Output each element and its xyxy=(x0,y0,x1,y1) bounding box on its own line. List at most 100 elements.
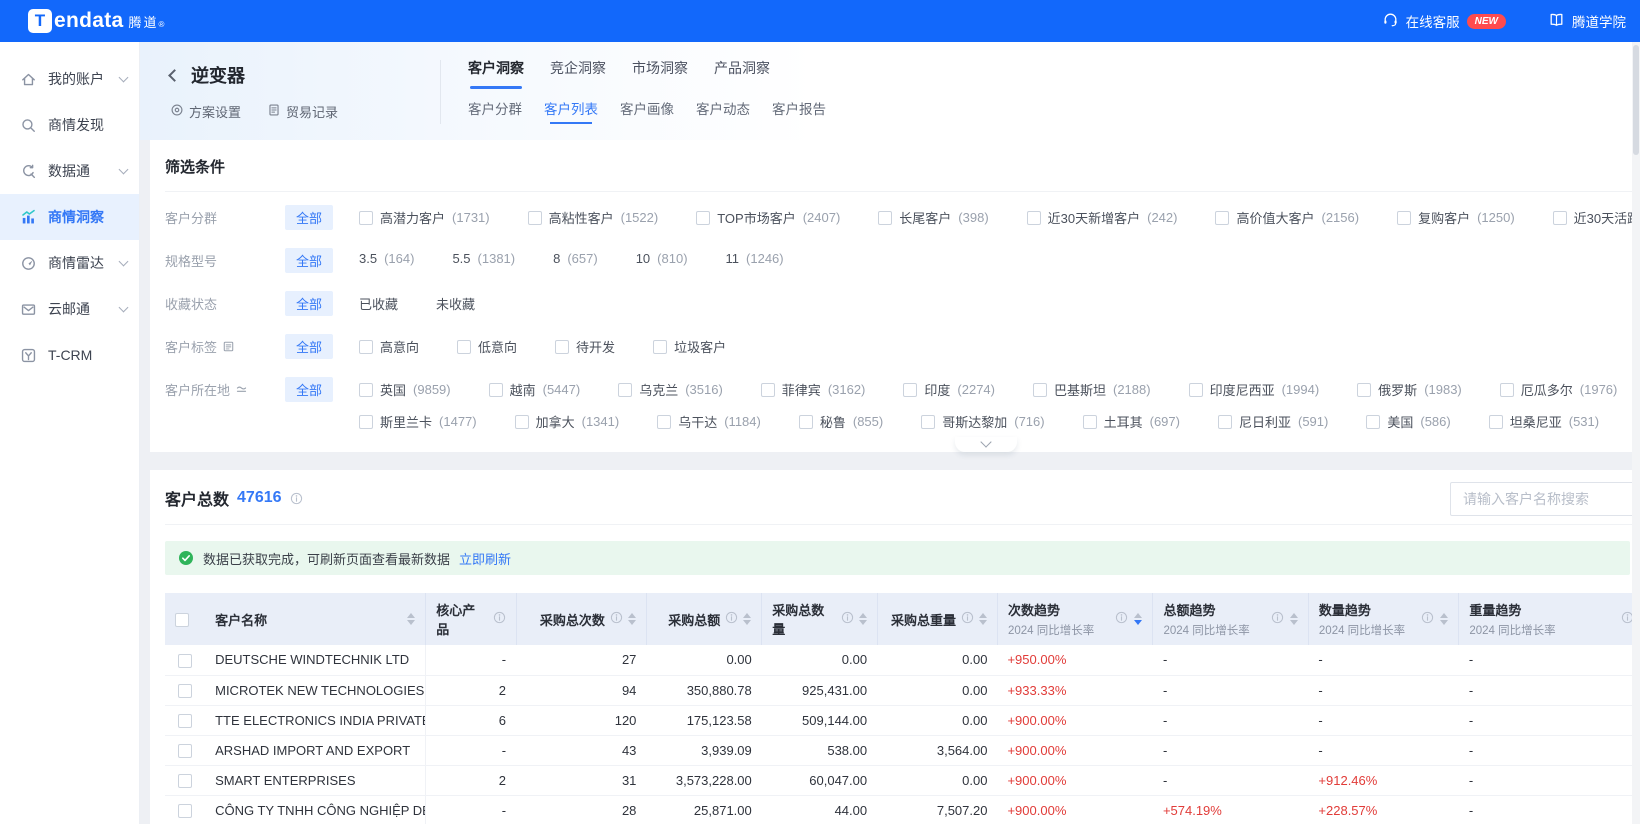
checkbox[interactable] xyxy=(1027,211,1041,225)
subtab-customer-activity[interactable]: 客户动态 xyxy=(696,98,750,124)
sidebar-item-biz-discovery[interactable]: 商情发现 xyxy=(0,102,139,148)
checkbox[interactable] xyxy=(653,340,667,354)
checkbox[interactable] xyxy=(515,415,529,429)
cell-name[interactable]: ARSHAD IMPORT AND EXPORT xyxy=(205,735,426,765)
cell-times[interactable]: 94 xyxy=(516,675,646,705)
checkbox[interactable] xyxy=(528,211,542,225)
filter-option[interactable]: 未收藏 xyxy=(436,294,475,313)
brand-logo[interactable]: T endata 腾道 ® xyxy=(28,9,164,33)
cell-times[interactable]: 28 xyxy=(516,795,646,824)
subtab-customer-list[interactable]: 客户列表 xyxy=(544,98,598,124)
cell-core[interactable]: 2 xyxy=(426,765,516,795)
sidebar-item-t-crm[interactable]: T-CRM xyxy=(0,332,139,378)
select-all-checkbox[interactable] xyxy=(175,613,189,627)
row-checkbox[interactable] xyxy=(178,714,192,728)
header-link-trade-records[interactable]: 贸易记录 xyxy=(267,102,338,121)
sort-toggle[interactable] xyxy=(1134,613,1142,625)
filter-all-tag[interactable]: 全部 xyxy=(285,377,333,402)
checkbox[interactable] xyxy=(921,415,935,429)
row-checkbox[interactable] xyxy=(178,744,192,758)
checkbox[interactable] xyxy=(1500,383,1514,397)
checkbox[interactable] xyxy=(761,383,775,397)
sidebar-item-data-link[interactable]: 数据通 xyxy=(0,148,139,194)
sort-toggle[interactable] xyxy=(1440,613,1448,625)
col-header-t2[interactable]: 总额趋势2024 同比增长率 xyxy=(1153,593,1308,645)
col-header-qty[interactable]: 采购总数量 xyxy=(762,593,877,645)
checkbox[interactable] xyxy=(1218,415,1232,429)
checkbox[interactable] xyxy=(1366,415,1380,429)
checkbox[interactable] xyxy=(489,383,503,397)
filter-all-tag[interactable]: 全部 xyxy=(285,248,333,273)
row-checkbox[interactable] xyxy=(178,654,192,668)
cell-times[interactable]: 27 xyxy=(516,645,646,675)
checkbox[interactable] xyxy=(696,211,710,225)
refresh-now-link[interactable]: 立即刷新 xyxy=(459,549,511,568)
filter-option[interactable]: 俄罗斯(1983) xyxy=(1357,380,1462,399)
customer-search-input[interactable] xyxy=(1450,482,1640,516)
cell-name[interactable]: DEUTSCHE WINDTECHNIK LTD xyxy=(205,645,426,675)
filter-option[interactable]: 土耳其(697) xyxy=(1083,412,1180,431)
sort-toggle[interactable] xyxy=(743,613,751,625)
checkbox[interactable] xyxy=(657,415,671,429)
row-checkbox[interactable] xyxy=(178,684,192,698)
subtab-customer-segment[interactable]: 客户分群 xyxy=(468,98,522,124)
checkbox[interactable] xyxy=(359,415,373,429)
filter-option[interactable]: 11(1246) xyxy=(726,251,784,266)
checkbox[interactable] xyxy=(878,211,892,225)
sort-toggle[interactable] xyxy=(407,613,415,625)
checkbox[interactable] xyxy=(1357,383,1371,397)
back-button[interactable] xyxy=(170,71,179,80)
tab-customer-insight[interactable]: 客户洞察 xyxy=(468,58,524,89)
filter-option[interactable]: 巴基斯坦(2188) xyxy=(1033,380,1151,399)
cell-core[interactable]: 6 xyxy=(426,705,516,735)
collapse-filters-button[interactable] xyxy=(955,437,1017,452)
tab-competitor-insight[interactable]: 竞企洞察 xyxy=(550,58,606,89)
cell-times[interactable]: 120 xyxy=(516,705,646,735)
sort-toggle[interactable] xyxy=(859,613,867,625)
filter-option[interactable]: 乌克兰(3516) xyxy=(618,380,723,399)
filter-all-tag[interactable]: 全部 xyxy=(285,291,333,316)
checkbox[interactable] xyxy=(1489,415,1503,429)
filter-option[interactable]: 高价值大客户(2156) xyxy=(1215,208,1359,227)
cell-name[interactable]: SMART ENTERPRISES xyxy=(205,765,426,795)
checkbox[interactable] xyxy=(1397,211,1411,225)
sidebar-item-cloud-mail[interactable]: 云邮通 xyxy=(0,286,139,332)
filter-option[interactable]: 近30天新增客户(242) xyxy=(1027,208,1178,227)
cell-times[interactable]: 43 xyxy=(516,735,646,765)
filter-option[interactable]: 印度尼西亚(1994) xyxy=(1189,380,1320,399)
filter-option[interactable]: 乌干达(1184) xyxy=(657,412,761,431)
filter-option[interactable]: 加拿大(1341) xyxy=(515,412,620,431)
checkbox[interactable] xyxy=(1083,415,1097,429)
filter-option[interactable]: 坦桑尼亚(531) xyxy=(1489,412,1599,431)
filter-option[interactable]: 哥斯达黎加(716) xyxy=(921,412,1044,431)
filter-option[interactable]: 高意向 xyxy=(359,337,419,356)
filter-option[interactable]: 越南(5447) xyxy=(489,380,581,399)
filter-option[interactable]: 垃圾客户 xyxy=(653,337,726,356)
filter-option[interactable]: 高粘性客户(1522) xyxy=(528,208,659,227)
cell-name[interactable]: MICROTEK NEW TECHNOLOGIES P... xyxy=(205,675,426,705)
checkbox[interactable] xyxy=(359,340,373,354)
filter-option[interactable]: 8(657) xyxy=(553,251,598,266)
filter-option[interactable]: 待开发 xyxy=(555,337,615,356)
filter-option[interactable]: 高潜力客户(1731) xyxy=(359,208,490,227)
filter-option[interactable]: 尼日利亚(591) xyxy=(1218,412,1328,431)
scrollbar-thumb[interactable] xyxy=(1633,45,1639,155)
sidebar-item-biz-insight[interactable]: 商情洞察 xyxy=(0,194,139,240)
filter-option[interactable]: 已收藏 xyxy=(359,294,398,313)
cell-name[interactable]: TTE ELECTRONICS INDIA PRIVATE ... xyxy=(205,705,426,735)
row-checkbox[interactable] xyxy=(178,804,192,818)
checkbox[interactable] xyxy=(1033,383,1047,397)
checkbox[interactable] xyxy=(555,340,569,354)
checkbox[interactable] xyxy=(457,340,471,354)
cell-times[interactable]: 31 xyxy=(516,765,646,795)
filter-option[interactable]: 厄瓜多尔(1976) xyxy=(1500,380,1618,399)
filter-option[interactable]: 10(810) xyxy=(636,251,688,266)
header-link-plan-settings[interactable]: 方案设置 xyxy=(170,102,241,121)
cell-name[interactable]: CÔNG TY TNHH CÔNG NGHIỆP DE... xyxy=(205,795,426,824)
checkbox[interactable] xyxy=(799,415,813,429)
info-icon[interactable] xyxy=(290,492,303,505)
filter-option[interactable]: 低意向 xyxy=(457,337,517,356)
checkbox[interactable] xyxy=(1553,211,1567,225)
tab-market-insight[interactable]: 市场洞察 xyxy=(632,58,688,89)
col-header-amount[interactable]: 采购总额 xyxy=(646,593,761,645)
